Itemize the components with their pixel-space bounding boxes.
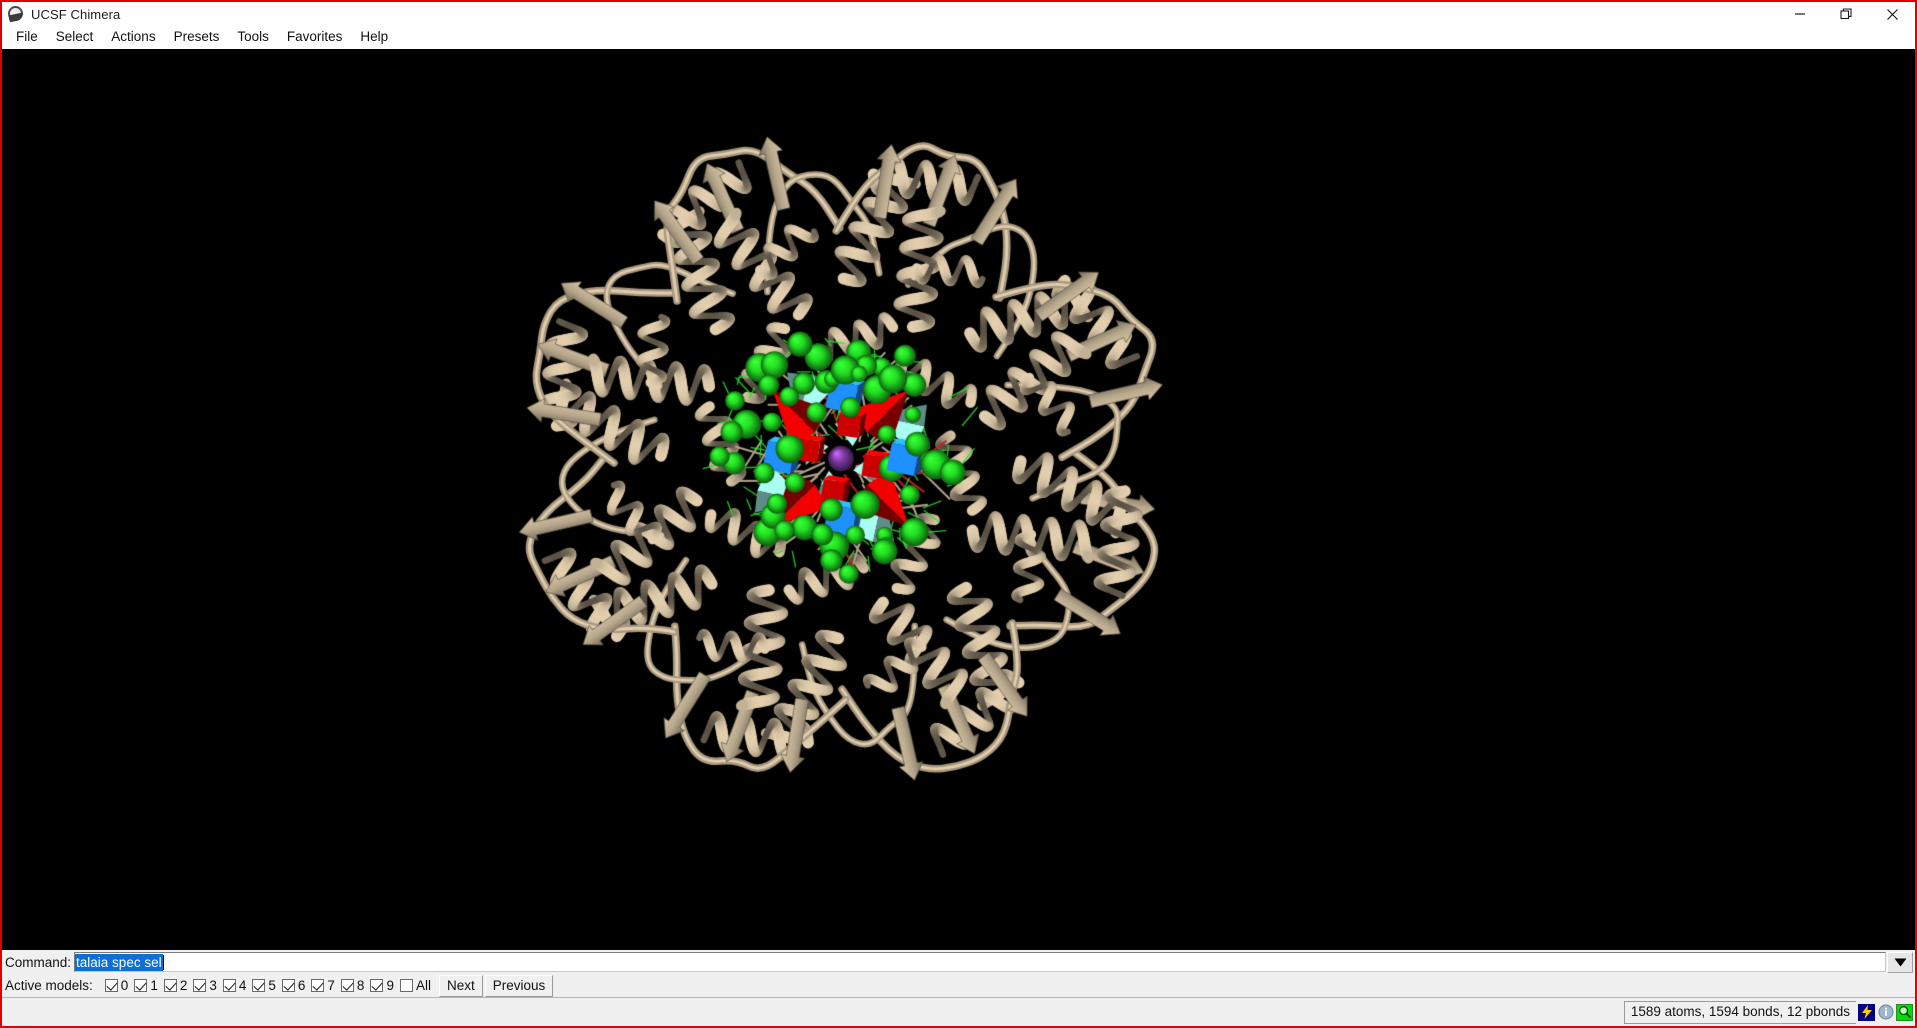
text-caret <box>162 954 165 970</box>
menu-bar: File Select Actions Presets Tools Favori… <box>2 26 1915 49</box>
menu-item-favorites[interactable]: Favorites <box>278 27 352 48</box>
model-checkbox-label: 9 <box>386 978 394 993</box>
previous-button[interactable]: Previous <box>484 974 554 997</box>
minimize-icon[interactable] <box>1777 2 1823 26</box>
model-checkbox-label: 5 <box>268 978 276 993</box>
close-icon[interactable] <box>1869 2 1915 26</box>
model-checkbox-label: 0 <box>120 978 129 993</box>
model-checkbox-6[interactable]: 6 <box>281 978 306 993</box>
checkbox-box[interactable] <box>134 979 148 992</box>
command-input[interactable]: talaia spec sel <box>74 952 1886 972</box>
menu-item-presets[interactable]: Presets <box>165 27 229 48</box>
chimera-logo-icon <box>7 5 25 23</box>
model-checkbox-label: 7 <box>327 978 335 993</box>
checkbox-box[interactable] <box>252 979 266 992</box>
window-controls <box>1777 2 1915 26</box>
active-models-bar: Active models: 0 1 2 3 4 5 6 7 8 9 All N… <box>2 974 1915 998</box>
checkbox-box[interactable] <box>399 979 413 992</box>
checkbox-box[interactable] <box>370 979 384 992</box>
model-checkbox-5[interactable]: 5 <box>252 978 276 993</box>
checkbox-box[interactable] <box>193 979 207 992</box>
title-bar: UCSF Chimera <box>2 2 1915 26</box>
checkbox-box[interactable] <box>222 979 236 992</box>
model-checkbox-3[interactable]: 3 <box>193 978 217 993</box>
menu-item-tools[interactable]: Tools <box>228 27 278 48</box>
checkbox-box[interactable] <box>104 979 118 992</box>
model-checkbox-7[interactable]: 7 <box>311 978 335 993</box>
model-checkbox-0[interactable]: 0 <box>104 978 129 993</box>
model-checkbox-label: 2 <box>179 978 188 993</box>
model-checkbox-2[interactable]: 2 <box>163 978 188 993</box>
menu-item-help[interactable]: Help <box>351 27 397 48</box>
molecular-viewport[interactable] <box>2 49 1915 950</box>
command-bar: Command: talaia spec sel <box>2 950 1915 974</box>
command-label: Command: <box>5 954 72 970</box>
model-checkbox-1[interactable]: 1 <box>134 978 158 993</box>
menu-item-actions[interactable]: Actions <box>102 27 164 48</box>
model-checkbox-label: 8 <box>356 978 365 993</box>
model-checkbox-label: 3 <box>209 978 217 993</box>
model-checkbox-9[interactable]: 9 <box>370 978 394 993</box>
model-checkbox-label: 6 <box>297 978 306 993</box>
chimera-window: UCSF Chimera File Select Actions Presets… <box>0 0 1917 1028</box>
model-checkbox-label: 1 <box>150 978 158 993</box>
active-models-label: Active models: <box>5 978 93 993</box>
molecule-render-canvas[interactable] <box>2 49 1915 950</box>
model-checkbox-8[interactable]: 8 <box>340 978 365 993</box>
model-checkbox-label: All <box>415 978 431 993</box>
checkbox-box[interactable] <box>163 979 177 992</box>
command-input-value: talaia spec sel <box>75 953 163 971</box>
menu-item-select[interactable]: Select <box>47 27 103 48</box>
info-icon[interactable] <box>1877 1003 1894 1021</box>
menu-item-file[interactable]: File <box>7 27 47 48</box>
status-text: 1589 atoms, 1594 bonds, 12 pbonds <box>1623 1000 1856 1024</box>
checkbox-box[interactable] <box>311 979 325 992</box>
checkbox-box[interactable] <box>340 979 354 992</box>
restore-icon[interactable] <box>1823 2 1869 26</box>
model-checkbox-4[interactable]: 4 <box>222 978 247 993</box>
chevron-down-icon[interactable] <box>1887 951 1913 973</box>
status-bar: 1589 atoms, 1594 bonds, 12 pbonds <box>2 998 1915 1026</box>
model-checkbox-label: 4 <box>238 978 247 993</box>
magnifier-icon[interactable] <box>1896 1003 1913 1021</box>
next-button[interactable]: Next <box>438 974 483 997</box>
checkbox-box[interactable] <box>281 979 295 992</box>
model-checkbox-all[interactable]: All <box>399 978 431 993</box>
lightning-icon[interactable] <box>1858 1003 1875 1021</box>
window-title: UCSF Chimera <box>31 6 121 22</box>
